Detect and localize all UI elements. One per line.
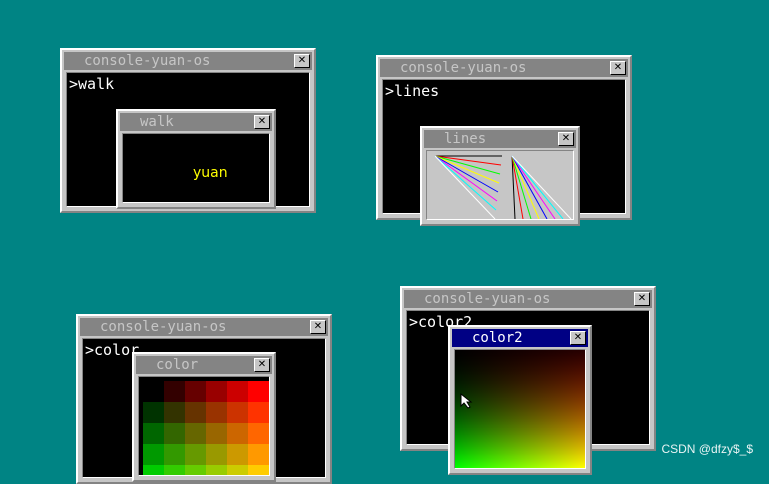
- color-cell: [164, 465, 185, 475]
- close-icon[interactable]: ✕: [254, 358, 270, 372]
- color-cell: [248, 381, 269, 402]
- console-prompt-line: >lines: [385, 82, 439, 100]
- line-segment: [511, 155, 564, 219]
- lines-title-bar[interactable]: lines ✕: [424, 130, 576, 148]
- console-prompt-line: >walk: [69, 75, 114, 93]
- color-cell: [185, 423, 206, 444]
- walk-canvas: yuan: [122, 133, 270, 203]
- console-title-bar[interactable]: console-yuan-os ✕: [64, 52, 312, 70]
- color-canvas: [138, 376, 270, 476]
- color-cell: [143, 444, 164, 465]
- color-cell: [227, 381, 248, 402]
- console-title: console-yuan-os: [100, 319, 227, 335]
- walk-window[interactable]: walk ✕ yuan: [116, 109, 276, 209]
- console-title: console-yuan-os: [84, 53, 211, 69]
- color-cell: [206, 381, 227, 402]
- color-cell: [227, 423, 248, 444]
- lines-canvas: [426, 150, 574, 220]
- walk-title-bar[interactable]: walk ✕: [120, 113, 272, 131]
- color-cell: [164, 444, 185, 465]
- color2-window[interactable]: color2 ✕: [448, 325, 592, 475]
- color-cell: [227, 444, 248, 465]
- color-cell: [248, 423, 269, 444]
- console-command: lines: [394, 82, 440, 100]
- color-cell: [248, 444, 269, 465]
- mouse-cursor-icon: [460, 392, 473, 409]
- close-icon[interactable]: ✕: [634, 292, 650, 306]
- console-title: console-yuan-os: [424, 291, 551, 307]
- color-window[interactable]: color ✕: [132, 352, 276, 482]
- close-icon[interactable]: ✕: [294, 54, 310, 68]
- close-icon[interactable]: ✕: [558, 132, 574, 146]
- color-cell: [164, 381, 185, 402]
- prompt-char: >: [385, 82, 395, 100]
- prompt-char: >: [409, 313, 419, 331]
- color-cell: [206, 423, 227, 444]
- line-segment: [511, 155, 540, 219]
- lines-window[interactable]: lines ✕: [420, 126, 580, 226]
- prompt-char: >: [85, 341, 95, 359]
- color2-title-bar[interactable]: color2 ✕: [452, 329, 588, 347]
- line-segment: [434, 155, 499, 193]
- color-cell: [248, 465, 269, 475]
- line-segment: [434, 155, 496, 219]
- close-icon[interactable]: ✕: [570, 331, 586, 345]
- color-cell: [185, 444, 206, 465]
- color-cell: [143, 423, 164, 444]
- lines-title: lines: [444, 131, 487, 147]
- color-cell: [206, 402, 227, 423]
- console-title: console-yuan-os: [400, 60, 527, 76]
- close-icon[interactable]: ✕: [254, 115, 270, 129]
- color-cell: [143, 465, 164, 475]
- color-cell: [164, 423, 185, 444]
- color-cell: [248, 402, 269, 423]
- color-cell: [206, 465, 227, 475]
- walk-title: walk: [140, 114, 174, 130]
- color-cell: [143, 381, 164, 402]
- lines-drawing: [434, 155, 572, 219]
- console-command: walk: [78, 75, 115, 93]
- color2-title: color2: [472, 330, 523, 346]
- color-cell: [185, 381, 206, 402]
- walker-text: yuan: [193, 165, 228, 181]
- console-title-bar[interactable]: console-yuan-os ✕: [404, 290, 652, 308]
- console-title-bar[interactable]: console-yuan-os ✕: [380, 59, 628, 77]
- color-cell: [143, 402, 164, 423]
- color-cell: [227, 465, 248, 475]
- color-grid: [143, 381, 269, 475]
- color-cell: [185, 465, 206, 475]
- prompt-char: >: [69, 75, 79, 93]
- color-cell: [164, 402, 185, 423]
- watermark: CSDN @dfzy$_$: [661, 442, 753, 456]
- color-title: color: [156, 357, 199, 373]
- console-title-bar[interactable]: console-yuan-os ✕: [80, 318, 328, 336]
- color-cell: [185, 402, 206, 423]
- color-cell: [227, 402, 248, 423]
- line-segment: [511, 155, 556, 219]
- color-title-bar[interactable]: color ✕: [136, 356, 272, 374]
- close-icon[interactable]: ✕: [610, 61, 626, 75]
- color2-canvas: [454, 349, 586, 469]
- color-cell: [206, 444, 227, 465]
- close-icon[interactable]: ✕: [310, 320, 326, 334]
